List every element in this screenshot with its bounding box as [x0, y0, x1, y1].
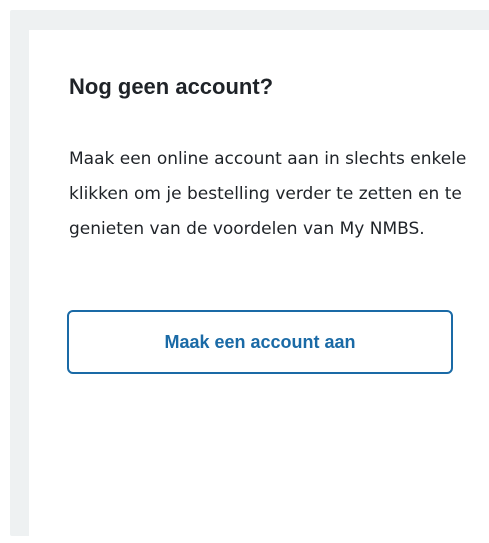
create-account-button[interactable]: Maak een account aan — [67, 310, 453, 374]
panel-frame: Nog geen account? Maak een online accoun… — [10, 10, 489, 536]
create-account-button-label: Maak een account aan — [164, 331, 356, 352]
signup-card: Nog geen account? Maak een online accoun… — [29, 30, 489, 536]
card-title: Nog geen account? — [69, 74, 274, 99]
card-description: Maak een online account aan in slechts e… — [69, 149, 467, 239]
